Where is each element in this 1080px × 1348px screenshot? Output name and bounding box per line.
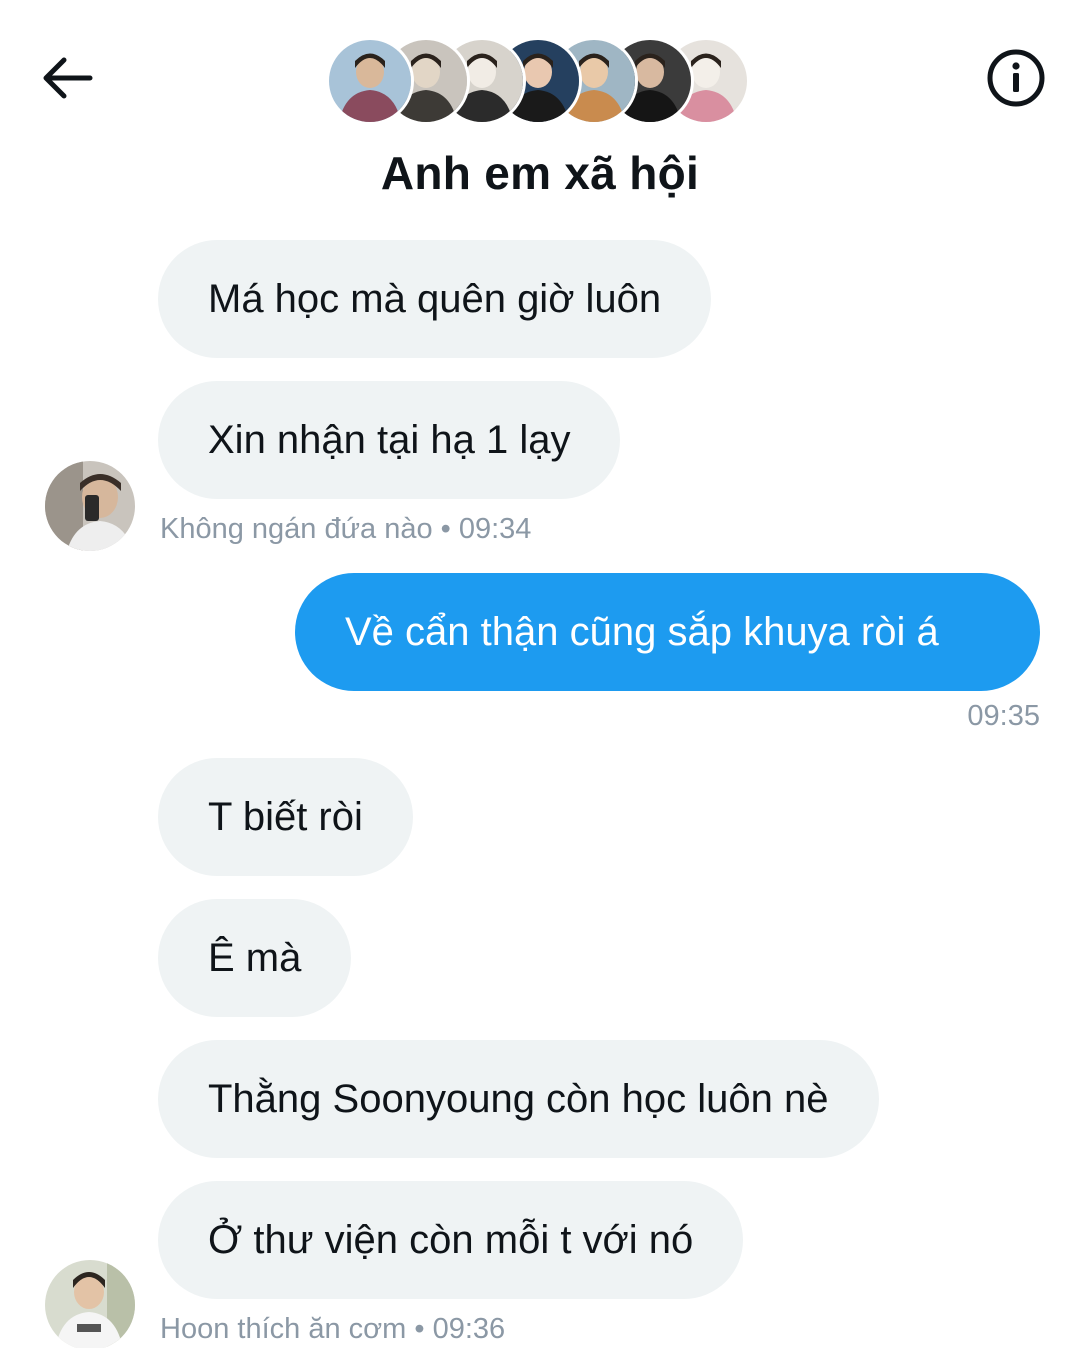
sender-avatar[interactable] [45,1260,135,1348]
info-button[interactable] [984,46,1048,110]
message-text: Ê mà [208,935,302,980]
message-meta: Không ngán đứa nào • 09:34 [160,513,532,545]
sender-avatar-image [45,461,135,551]
message-text: Ở thư viện còn mỗi t với nó [208,1217,694,1262]
message-text: Má học mà quên giờ luôn [208,276,662,321]
message-text: Xin nhận tại hạ 1 lạy [208,417,571,462]
conversation-header: Anh em xã hội [0,0,1080,215]
message-meta: Hoon thích ăn cơm • 09:36 [160,1313,506,1345]
back-button[interactable] [34,48,98,108]
message-bubble-outgoing[interactable]: Về cẩn thận cũng sắp khuya ròi á [295,573,1040,691]
message-bubble-incoming[interactable]: Thằng Soonyoung còn học luôn nè [158,1040,879,1158]
participant-avatars[interactable] [326,37,750,125]
message-text: T biết ròi [208,794,363,839]
participant-avatar-1[interactable] [326,37,414,125]
conversation-title[interactable]: Anh em xã hội [0,146,1080,200]
message-text: Thằng Soonyoung còn học luôn nè [208,1076,829,1121]
message-text: Về cẩn thận cũng sắp khuya ròi á [345,609,939,654]
sender-avatar-image [45,1260,135,1348]
message-bubble-incoming[interactable]: Má học mà quên giờ luôn [158,240,712,358]
message-bubble-incoming[interactable]: Ê mà [158,899,352,1017]
info-circle-icon [987,49,1045,107]
message-timestamp: 09:35 [967,700,1040,732]
message-bubble-incoming[interactable]: Xin nhận tại hạ 1 lạy [158,381,621,499]
message-bubble-incoming[interactable]: T biết ròi [158,758,413,876]
sender-avatar[interactable] [45,461,135,551]
message-bubble-incoming[interactable]: Ở thư viện còn mỗi t với nó [158,1181,744,1299]
arrow-left-icon [43,57,93,99]
